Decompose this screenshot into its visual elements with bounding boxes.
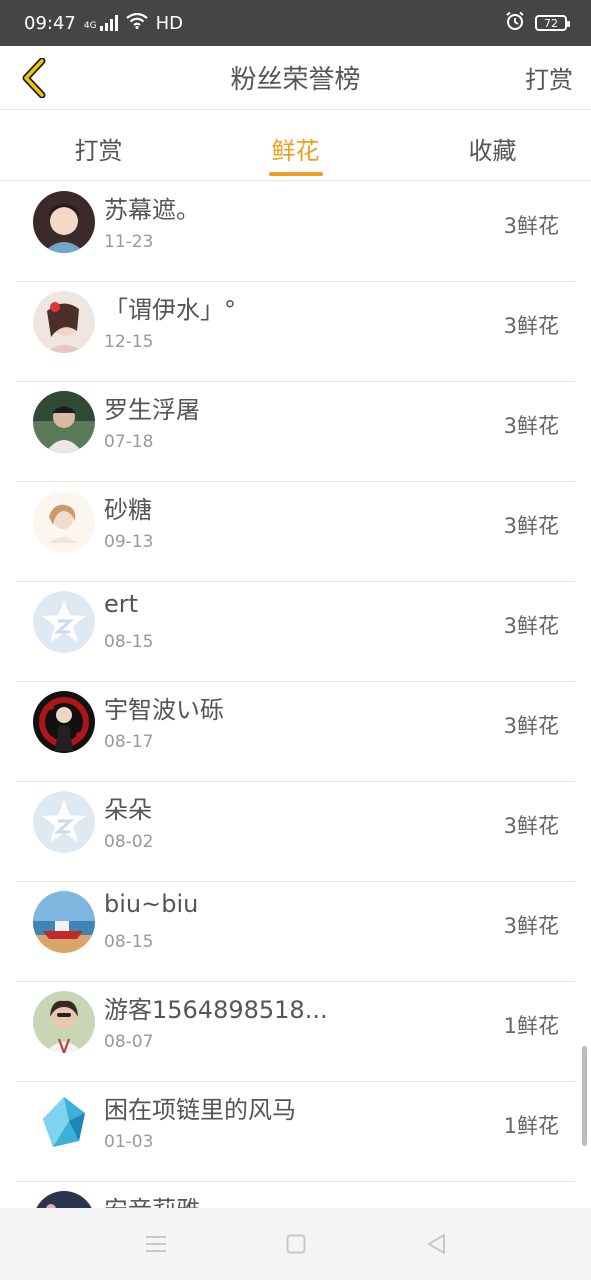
fan-date: 08-17 — [104, 732, 154, 752]
fan-date: 08-15 — [104, 932, 154, 952]
status-bar: 09:47 4G HD 72 — [0, 0, 591, 46]
avatar — [33, 1091, 95, 1153]
hd-label: HD — [155, 12, 183, 34]
fan-name: 罗生浮屠 — [104, 396, 200, 424]
flower-count: 3鲜花 — [503, 814, 559, 838]
fan-name: 游客1564898518... — [104, 996, 328, 1024]
battery-icon: 72 — [535, 15, 570, 31]
avatar — [33, 1191, 95, 1208]
fan-name: 「谓伊水」° — [104, 296, 236, 324]
tab-bar: 打赏 鲜花 收藏 — [0, 111, 591, 181]
system-nav-bar — [0, 1208, 591, 1280]
fan-name: 苏幕遮。 — [104, 196, 200, 224]
network-type: 4G — [83, 21, 97, 31]
alarm-icon — [505, 11, 525, 36]
fan-date: 09-13 — [104, 532, 154, 552]
flower-count: 3鲜花 — [503, 214, 559, 238]
fan-date: 08-07 — [104, 1032, 154, 1052]
flower-count: 3鲜花 — [503, 314, 559, 338]
fan-name: 困在项链里的风马 — [104, 1096, 296, 1124]
fan-name: ert — [104, 590, 139, 618]
fan-name: 宇智波い砾 — [104, 696, 224, 724]
home-button[interactable] — [226, 1208, 366, 1280]
signal-icon: 4G — [84, 15, 118, 31]
page-title: 粉丝荣誉榜 — [230, 65, 361, 95]
fan-date: 12-15 — [104, 332, 154, 352]
chevron-left-icon — [22, 58, 46, 98]
app-header: 粉丝荣誉榜 打赏 — [0, 46, 591, 110]
list-item[interactable]: 苏幕遮。 11-23 3鲜花 — [16, 182, 575, 282]
fan-date: 01-03 — [104, 1132, 154, 1152]
flower-count: 3鲜花 — [503, 914, 559, 938]
battery-level: 72 — [544, 16, 558, 30]
fan-list: 苏幕遮。 11-23 3鲜花 「谓伊水」° 12-15 3鲜花 罗生浮屠 07-… — [0, 182, 591, 1208]
reward-button[interactable]: 打赏 — [525, 60, 573, 95]
menu-icon — [145, 1236, 166, 1252]
wifi-icon — [125, 12, 148, 34]
tab-reward[interactable]: 打赏 — [0, 111, 197, 180]
avatar — [33, 491, 95, 553]
flower-count: 3鲜花 — [503, 514, 559, 538]
fan-name: 安音莉雅 — [104, 1190, 200, 1208]
fan-date: 07-18 — [104, 432, 154, 452]
fan-name: 朵朵 — [104, 796, 152, 824]
avatar — [33, 291, 95, 353]
list-item[interactable]: 困在项链里的风马 01-03 1鲜花 — [16, 1082, 575, 1182]
flower-count: 1鲜花 — [503, 1014, 559, 1038]
menu-button[interactable] — [86, 1208, 226, 1280]
avatar — [33, 691, 95, 753]
list-item[interactable]: 游客1564898518... 08-07 1鲜花 — [16, 982, 575, 1082]
scrollbar-thumb[interactable] — [582, 1046, 587, 1146]
fan-date: 11-23 — [104, 232, 154, 252]
list-item[interactable]: biu~biu 08-15 3鲜花 — [16, 882, 575, 982]
avatar — [33, 391, 95, 453]
flower-count: 3鲜花 — [503, 614, 559, 638]
avatar — [33, 991, 95, 1053]
list-item[interactable]: ert 08-15 3鲜花 — [16, 582, 575, 682]
default-avatar-icon — [33, 591, 95, 653]
fan-date: 08-15 — [104, 632, 154, 652]
back-triangle-icon — [427, 1234, 445, 1254]
home-icon — [286, 1234, 305, 1254]
list-item[interactable]: 安音莉雅 — [16, 1182, 575, 1208]
avatar — [33, 891, 95, 953]
back-nav-button[interactable] — [366, 1208, 506, 1280]
list-item[interactable]: 砂糖 09-13 3鲜花 — [16, 482, 575, 582]
fan-date: 08-02 — [104, 832, 154, 852]
flower-count: 3鲜花 — [503, 714, 559, 738]
back-button[interactable] — [14, 56, 54, 100]
list-item[interactable]: 宇智波い砾 08-17 3鲜花 — [16, 682, 575, 782]
default-avatar-icon — [33, 791, 95, 853]
avatar — [33, 191, 95, 253]
tab-flowers[interactable]: 鲜花 — [197, 111, 394, 180]
tab-favorites[interactable]: 收藏 — [394, 111, 591, 180]
flower-count: 3鲜花 — [503, 414, 559, 438]
fan-name: 砂糖 — [104, 496, 152, 524]
list-item[interactable]: 「谓伊水」° 12-15 3鲜花 — [16, 282, 575, 382]
flower-count: 1鲜花 — [503, 1114, 559, 1138]
fan-name: biu~biu — [104, 890, 199, 918]
list-item[interactable]: 罗生浮屠 07-18 3鲜花 — [16, 382, 575, 482]
list-item[interactable]: 朵朵 08-02 3鲜花 — [16, 782, 575, 882]
status-time: 09:47 — [24, 12, 76, 34]
